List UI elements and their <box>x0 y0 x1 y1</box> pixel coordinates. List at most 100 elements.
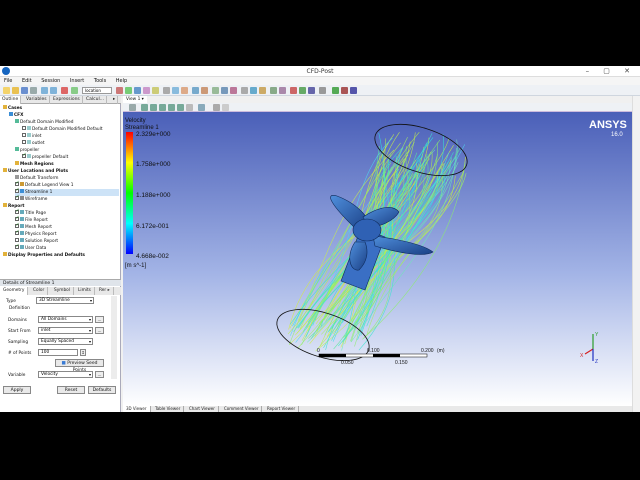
clip-plane-icon[interactable] <box>181 87 188 94</box>
tab-color[interactable]: Color <box>30 287 49 295</box>
defaults-button[interactable]: Defaults <box>88 386 116 394</box>
window-scrollbar[interactable] <box>632 96 640 412</box>
view-tab[interactable]: View 1 ▾ <box>123 96 147 103</box>
variable-browse-button[interactable]: … <box>95 371 104 378</box>
layout-icon[interactable] <box>198 104 205 111</box>
animation-icon[interactable] <box>270 87 277 94</box>
fluent-icon[interactable] <box>341 87 348 94</box>
menu-help[interactable]: Help <box>116 78 127 84</box>
comment-icon[interactable] <box>230 87 237 94</box>
preview-seed-points-button[interactable]: ■ Preview Seed Points <box>55 359 104 373</box>
streamline-checkbox[interactable] <box>15 187 20 194</box>
pan-icon[interactable] <box>150 104 157 111</box>
camera-icon[interactable] <box>61 87 68 94</box>
tab-symbol[interactable]: Symbol <box>51 287 75 295</box>
undo-icon[interactable] <box>41 87 48 94</box>
probe-view-icon[interactable] <box>186 104 193 111</box>
table-icon[interactable] <box>212 87 219 94</box>
menu-file[interactable]: File <box>4 78 12 84</box>
variable-icon[interactable] <box>201 87 208 94</box>
tab-outline[interactable]: Outline <box>0 96 22 104</box>
streamline-icon[interactable] <box>134 87 141 94</box>
print-icon[interactable] <box>30 87 37 94</box>
propeller-default-checkbox[interactable] <box>22 152 27 159</box>
start-from-select[interactable]: inlet ▾ <box>38 327 93 334</box>
new-icon[interactable] <box>3 87 10 94</box>
tab-limits[interactable]: Limits <box>75 287 95 295</box>
time-step-icon[interactable] <box>308 87 315 94</box>
wireframe-checkbox[interactable] <box>15 194 20 201</box>
location-icon[interactable] <box>71 87 78 94</box>
tree-item-user-data[interactable]: User Data <box>15 243 46 252</box>
solution-report-checkbox[interactable] <box>15 237 19 242</box>
view-options-icon[interactable] <box>213 104 220 111</box>
select-icon[interactable] <box>129 104 136 111</box>
sampling-select[interactable]: Equally Spaced ▾ <box>38 338 93 345</box>
menu-tools[interactable]: Tools <box>94 78 106 84</box>
details-scrollbar[interactable] <box>111 296 117 379</box>
calculator-icon[interactable] <box>241 87 248 94</box>
tree-item-display-properties[interactable]: Display Properties and Defaults <box>3 251 85 259</box>
vector-icon[interactable] <box>125 87 132 94</box>
text-icon[interactable] <box>163 87 170 94</box>
tree-item-domain-default[interactable]: Default Domain Modified Default <box>22 125 103 133</box>
window-controls[interactable]: – ▢ ✕ <box>586 66 636 77</box>
viewer-canvas[interactable]: Velocity Streamline 1 2.329e+000 1.758e+… <box>123 112 632 406</box>
mesh-icon[interactable] <box>350 87 357 94</box>
rotate-icon[interactable] <box>141 104 148 111</box>
tab-geometry[interactable]: Geometry <box>0 287 29 295</box>
points-stepper[interactable]: ↕ <box>80 349 86 356</box>
domain-default-checkbox[interactable] <box>22 125 26 130</box>
open-folder-icon[interactable] <box>12 87 19 94</box>
probe-icon[interactable] <box>290 87 297 94</box>
fit-view-icon[interactable] <box>177 104 184 111</box>
macro-icon[interactable] <box>259 87 266 94</box>
save-icon[interactable] <box>21 87 28 94</box>
tab-more[interactable]: ▸ <box>111 96 119 104</box>
zoom-box-icon[interactable] <box>168 104 175 111</box>
reset-button[interactable]: Reset <box>57 386 85 394</box>
user-data-checkbox[interactable] <box>15 243 20 250</box>
chart-icon[interactable] <box>221 87 228 94</box>
tree-item-propeller-default[interactable]: propeller Default <box>22 152 68 161</box>
variable-select[interactable]: Velocity ▾ <box>38 371 93 378</box>
tree-item-outlet[interactable]: outlet <box>22 139 45 147</box>
tab-calculators[interactable]: Calcul... <box>84 96 108 104</box>
export-icon[interactable] <box>299 87 306 94</box>
apply-button[interactable]: Apply <box>3 386 31 394</box>
outlet-checkbox[interactable] <box>22 139 26 144</box>
start-from-browse-button[interactable]: … <box>95 327 104 334</box>
tree-item-streamline[interactable]: Streamline 1 <box>15 187 119 196</box>
contour-icon[interactable] <box>116 87 123 94</box>
menu-insert[interactable]: Insert <box>70 78 84 84</box>
physics-report-checkbox[interactable] <box>15 229 20 236</box>
tab-render[interactable]: Rer ▸ <box>96 287 114 295</box>
tree-item-mesh-regions[interactable]: Mesh Regions <box>15 160 54 168</box>
legend-checkbox[interactable] <box>15 180 20 187</box>
quick-editor-icon[interactable] <box>279 87 286 94</box>
tab-variables[interactable]: Variables <box>24 96 50 104</box>
legend-icon[interactable] <box>172 87 179 94</box>
volume-icon[interactable] <box>143 87 150 94</box>
turbo-icon[interactable] <box>332 87 339 94</box>
redo-icon[interactable] <box>50 87 57 94</box>
menu-session[interactable]: Session <box>41 78 60 84</box>
color-map-icon[interactable] <box>192 87 199 94</box>
mesh-report-checkbox[interactable] <box>15 222 20 229</box>
tree-item-user-locations[interactable]: User Locations and Plots <box>3 167 68 175</box>
zoom-icon[interactable] <box>159 104 166 111</box>
location-dropdown[interactable]: location <box>82 87 112 94</box>
isosurface-icon[interactable] <box>152 87 159 94</box>
inlet-checkbox[interactable] <box>22 132 26 137</box>
case-compare-icon[interactable] <box>319 87 326 94</box>
points-input[interactable]: 100 <box>38 349 78 356</box>
tab-expressions[interactable]: Expressions <box>51 96 83 104</box>
domains-browse-button[interactable]: … <box>95 316 104 323</box>
tree-item-wireframe[interactable]: Wireframe <box>15 194 47 203</box>
title-page-checkbox[interactable] <box>15 208 20 215</box>
report-icon[interactable] <box>250 87 257 94</box>
menu-edit[interactable]: Edit <box>22 78 32 84</box>
viewer-menu-icon[interactable] <box>222 104 229 111</box>
file-report-checkbox[interactable] <box>15 215 20 222</box>
domains-select[interactable]: All Domains ▾ <box>38 316 93 323</box>
